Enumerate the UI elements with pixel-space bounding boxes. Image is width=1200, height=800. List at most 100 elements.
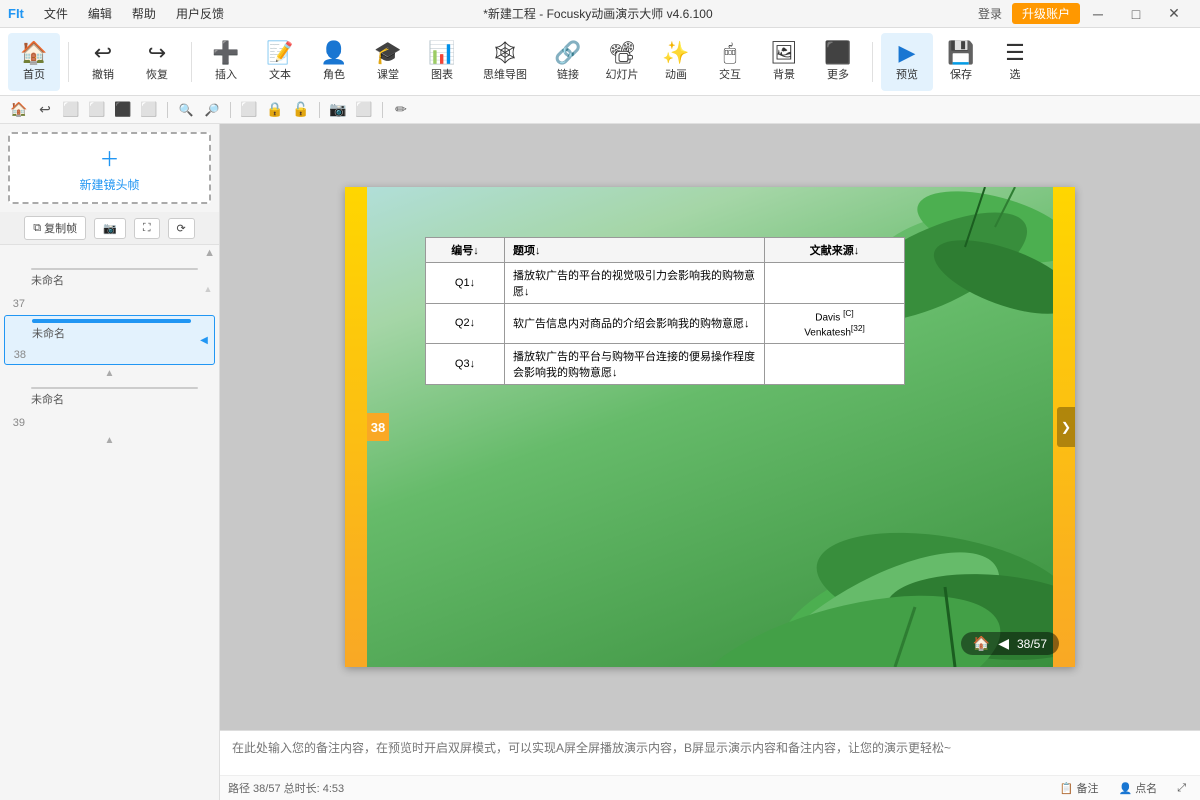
menu-help[interactable]: 帮助 xyxy=(128,3,160,24)
maximize-button[interactable]: □ xyxy=(1118,2,1154,26)
footer-buttons: 📋 备注 👤 点名 ⤢ xyxy=(1054,778,1192,798)
close-button[interactable]: ✕ xyxy=(1156,2,1192,26)
sub-frame3-btn[interactable]: ⬛ xyxy=(112,99,134,121)
toolbar-save-label: 保存 xyxy=(950,66,972,82)
sub-export-btn[interactable]: ⬜ xyxy=(353,99,375,121)
undo-icon: ↩ xyxy=(94,42,112,64)
nav-prev-icon[interactable]: ◀ xyxy=(998,635,1009,652)
sub-lock-btn[interactable]: 🔒 xyxy=(264,99,286,121)
slide-thumb-39 xyxy=(31,387,198,389)
sub-zoom-in-btn[interactable]: 🔍 xyxy=(175,99,197,121)
sub-undo-btn[interactable]: ↩ xyxy=(34,99,56,121)
sub-zoom-out-btn[interactable]: 🔎 xyxy=(201,99,223,121)
toolbar-insert[interactable]: ➕ 插入 xyxy=(200,33,252,91)
nav-home-icon[interactable]: 🏠 xyxy=(973,635,990,652)
table-cell-q2-num: Q2↓ xyxy=(426,304,505,344)
preview-icon: ▶ xyxy=(899,42,916,64)
sub-draw-btn[interactable]: ✏ xyxy=(390,99,412,121)
sub-toolbar: 🏠 ↩ ⬜ ⬜ ⬛ ⬜ 🔍 🔎 ⬜ 🔒 🔓 📷 ⬜ ✏ xyxy=(0,96,1200,124)
class-icon: 🎓 xyxy=(374,42,401,64)
collapse-panel-button[interactable]: ▲ xyxy=(204,247,215,259)
slide-37-collapse[interactable]: ▲ xyxy=(204,268,212,310)
table-cell-q1-num: Q1↓ xyxy=(426,263,505,304)
canvas-expand-button[interactable]: ❯ xyxy=(1057,407,1075,447)
sub-align-btn[interactable]: ⬜ xyxy=(238,99,260,121)
slide-39-collapse-btn[interactable]: ▲ xyxy=(105,435,115,446)
more-options-button[interactable]: ⟳ xyxy=(168,218,195,239)
toolbar-class[interactable]: 🎓 课堂 xyxy=(362,33,414,91)
toolbar-more[interactable]: ⬛ 更多 xyxy=(812,33,864,91)
table-row-1: Q1↓ 播放软广告的平台的视觉吸引力会影响我的购物意愿↓ xyxy=(426,263,905,304)
sub-lock2-btn[interactable]: 🔓 xyxy=(290,99,312,121)
toolbar-undo[interactable]: ↩ 撤销 xyxy=(77,33,129,91)
toolbar-role[interactable]: 👤 角色 xyxy=(308,33,360,91)
slide-item-38[interactable]: 38 编号 题项 文献 xyxy=(4,315,215,365)
toolbar-role-label: 角色 xyxy=(323,66,345,82)
login-button[interactable]: 登录 xyxy=(968,3,1012,24)
notes-input[interactable] xyxy=(220,731,1200,775)
menu-file[interactable]: 文件 xyxy=(40,3,72,24)
sub-home-btn[interactable]: 🏠 xyxy=(8,99,30,121)
sub-sep-1 xyxy=(167,102,168,118)
menu-bar: 文件 编辑 帮助 用户反馈 xyxy=(40,3,228,24)
copy-frame-button[interactable]: ⧉ 复制帧 xyxy=(24,216,86,240)
table-row-2: Q2↓ 软广告信息内对商品的介绍会影响我的购物意愿↓ Davis [C]Venk… xyxy=(426,304,905,344)
toolbar-select[interactable]: ☰ 选 xyxy=(989,33,1041,91)
toolbar-animation[interactable]: ✨ 动画 xyxy=(650,33,702,91)
toolbar-chart-label: 图表 xyxy=(431,66,453,82)
insert-icon: ➕ xyxy=(212,42,239,64)
slide-yellow-bar-left xyxy=(345,187,367,667)
toolbar-interact[interactable]: 🖱 交互 xyxy=(704,33,756,91)
table-cell-q3-content: 播放软广告的平台与购物平台连接的便易操作程度会影响我的购物意愿↓ xyxy=(505,343,765,384)
slide-table-wrapper: 编号↓ 题项↓ 文献来源↓ Q1↓ 播放软广告的平台的视觉吸引力会影响我的购物意… xyxy=(425,237,905,385)
notes-area: 路径 38/57 总时长: 4:53 📋 备注 👤 点名 ⤢ xyxy=(220,730,1200,800)
expand-notes-button[interactable]: ⤢ xyxy=(1171,778,1192,798)
toolbar-chart[interactable]: 📊 图表 xyxy=(416,33,468,91)
slideshow-icon: 📽 xyxy=(608,42,636,64)
upgrade-button[interactable]: 升级账户 xyxy=(1012,3,1080,24)
toolbar-mindmap-label: 思维导图 xyxy=(483,66,527,82)
expand-notes-icon: ⤢ xyxy=(1177,782,1186,795)
sub-frame2-btn[interactable]: ⬜ xyxy=(86,99,108,121)
slide-38-expand[interactable]: ◀ xyxy=(197,319,211,361)
window-title: *新建工程 - Focusky动画演示大师 v4.6.100 xyxy=(228,5,968,22)
slide-item-37[interactable]: 37 xyxy=(4,265,215,313)
slide-col-39: 未命名 xyxy=(31,387,198,407)
path-info: 路径 38/57 总时长: 4:53 xyxy=(228,780,344,796)
screenshot-icon: 📷 xyxy=(103,222,117,235)
minimize-button[interactable]: ─ xyxy=(1080,2,1116,26)
slide-canvas[interactable]: 38 编号↓ 题项↓ 文献来源↓ Q1↓ xyxy=(345,187,1075,667)
toolbar-link[interactable]: 🔗 链接 xyxy=(542,33,594,91)
toolbar-text[interactable]: 📝 文本 xyxy=(254,33,306,91)
table-cell-q3-ref xyxy=(765,343,905,384)
toolbar-home[interactable]: 🏠 首页 xyxy=(8,33,60,91)
slide-38-collapse-btn[interactable]: ▲ xyxy=(105,368,115,379)
toolbar-preview[interactable]: ▶ 预览 xyxy=(881,33,933,91)
toolbar-redo[interactable]: ↪ 恢复 xyxy=(131,33,183,91)
slide-number-badge[interactable]: 38 xyxy=(367,413,389,441)
fullscreen-button[interactable]: ⛶ xyxy=(134,218,160,239)
sub-frame4-btn[interactable]: ⬜ xyxy=(138,99,160,121)
toolbar-background[interactable]: 🖼 背景 xyxy=(758,33,810,91)
sub-camera-btn[interactable]: 📷 xyxy=(327,99,349,121)
menu-feedback[interactable]: 用户反馈 xyxy=(172,3,228,24)
more-icon: ⬛ xyxy=(824,42,851,64)
slide-table: 编号↓ 题项↓ 文献来源↓ Q1↓ 播放软广告的平台的视觉吸引力会影响我的购物意… xyxy=(425,237,905,385)
toolbar-slideshow[interactable]: 📽 幻灯片 xyxy=(596,33,648,91)
new-frame-button[interactable]: ＋ 新建镜头帧 xyxy=(8,132,211,204)
slide-col-37: 未命名 xyxy=(31,268,198,288)
toolbar-home-group: 🏠 首页 xyxy=(8,33,60,91)
toolbar-link-label: 链接 xyxy=(557,66,579,82)
sub-frame-btn[interactable]: ⬜ xyxy=(60,99,82,121)
points-icon: 👤 xyxy=(1118,782,1132,795)
slide-item-39[interactable]: 39 未命名 xyxy=(4,384,215,432)
save-icon: 💾 xyxy=(947,42,974,64)
menu-edit[interactable]: 编辑 xyxy=(84,3,116,24)
slide-nav-bar: 🏠 ◀ 38/57 xyxy=(961,632,1059,655)
notes-button[interactable]: 📋 备注 xyxy=(1054,778,1105,798)
slide-label-37: 未命名 xyxy=(31,272,198,288)
screenshot-button[interactable]: 📷 xyxy=(94,218,126,239)
toolbar-save[interactable]: 💾 保存 xyxy=(935,33,987,91)
toolbar-mindmap[interactable]: 🕸 思维导图 xyxy=(470,33,540,91)
points-button[interactable]: 👤 点名 xyxy=(1112,778,1163,798)
